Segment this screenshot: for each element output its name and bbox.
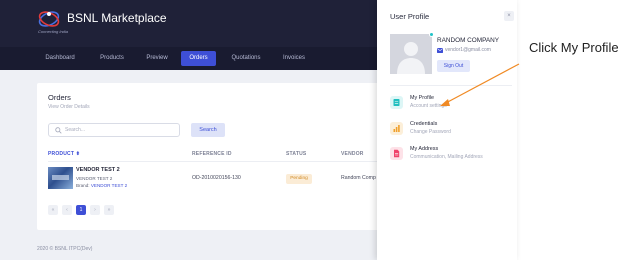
pagination-last-button[interactable]: » [104, 205, 114, 215]
search-placeholder: Search... [65, 127, 86, 133]
mail-icon [437, 48, 443, 53]
online-status-dot [429, 32, 434, 37]
column-header-product[interactable]: PRODUCT ⬍ [48, 151, 80, 157]
menu-item-title: Credentials [410, 121, 438, 127]
column-header-reference-id: REFERENCE ID [192, 151, 232, 157]
search-icon [55, 127, 62, 134]
panel-title: User Profile [390, 12, 430, 21]
product-brand: Brand: VENDOR TEST 2 [76, 183, 127, 188]
company-name: RANDOM COMPANY [437, 37, 500, 44]
menu-item-title: My Profile [410, 95, 434, 101]
screenshot-stage: Connecting India BSNL Marketplace Dashbo… [0, 0, 640, 260]
document-icon [390, 147, 403, 160]
orders-card: Orders View Order Details Search... Sear… [37, 83, 377, 230]
brand-value[interactable]: VENDOR TEST 2 [91, 183, 127, 188]
brand-label: Brand: [76, 183, 90, 188]
nav-item-dashboard[interactable]: Dashboard [40, 51, 80, 66]
pagination-next-button[interactable]: › [90, 205, 100, 215]
annotation-callout: Click My Profile [529, 40, 619, 55]
product-name[interactable]: VENDOR TEST 2 [76, 167, 120, 173]
menu-item-subtitle: Account settings [410, 103, 447, 109]
footer-text: 2020 © BSNL ITPC(Dev) [37, 246, 93, 252]
page-title: Orders [48, 93, 71, 102]
brand-name[interactable]: BSNL Marketplace [67, 11, 167, 25]
user-profile-panel: User Profile × RANDOM COMPANY vendor1@gm… [377, 0, 517, 260]
menu-item-my-profile[interactable]: My Profile Account settings [390, 94, 514, 116]
panel-divider [390, 85, 512, 86]
menu-item-subtitle: Communication, Mailing Address [410, 154, 483, 160]
user-silhouette-icon [397, 42, 425, 74]
menu-item-my-address[interactable]: My Address Communication, Mailing Addres… [390, 145, 514, 167]
vendor-name: Random Comp [341, 175, 376, 181]
pagination-first-button[interactable]: « [48, 205, 58, 215]
reference-id: OD-2010020156-130 [192, 175, 241, 181]
nav-item-quotations[interactable]: Quotations [226, 51, 266, 66]
column-header-vendor: VENDOR [341, 151, 364, 157]
profile-card-icon [390, 96, 403, 109]
pagination-prev-button[interactable]: ‹ [62, 205, 72, 215]
column-header-status: STATUS [286, 151, 307, 157]
close-button[interactable]: × [504, 11, 514, 21]
app-window: Connecting India BSNL Marketplace Dashbo… [0, 0, 377, 260]
menu-item-subtitle: Change Password [410, 129, 451, 135]
avatar [390, 34, 432, 74]
top-header: Connecting India BSNL Marketplace Dashbo… [0, 0, 377, 70]
chart-icon [390, 122, 403, 135]
status-badge: Pending [286, 174, 312, 184]
page-subtitle: View Order Details [48, 104, 90, 110]
search-input[interactable]: Search... [48, 123, 180, 137]
pagination-page-1[interactable]: 1 [76, 205, 86, 215]
menu-item-credentials[interactable]: Credentials Change Password [390, 120, 514, 142]
search-button[interactable]: Search [191, 123, 225, 137]
brand-tagline: Connecting India [38, 29, 69, 34]
table-divider [48, 161, 377, 162]
nav-item-orders[interactable]: Orders [181, 51, 216, 66]
sign-out-button[interactable]: Sign Out [437, 60, 470, 72]
product-vendor: VENDOR TEST 2 [76, 176, 113, 181]
bsnl-logo-icon [38, 11, 60, 27]
nav-item-products[interactable]: Products [93, 51, 131, 66]
user-email: vendor1@gmail.com [445, 47, 491, 53]
nav-item-invoices[interactable]: Invoices [278, 51, 310, 66]
nav-item-preview[interactable]: Preview [141, 51, 173, 66]
main-nav: Dashboard Products Preview Orders Quotat… [0, 47, 377, 70]
product-thumbnail[interactable] [48, 167, 73, 189]
menu-item-title: My Address [410, 146, 439, 152]
